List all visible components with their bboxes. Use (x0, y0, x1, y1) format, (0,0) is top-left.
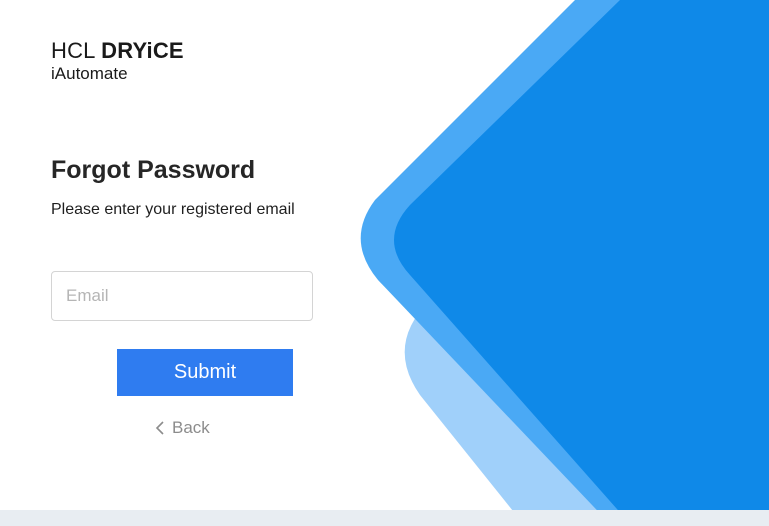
page-subtitle: Please enter your registered email (51, 201, 295, 218)
brand-company: HCL (51, 38, 95, 63)
brand-product: DRYiCE (101, 38, 184, 63)
page-title: Forgot Password (51, 156, 256, 184)
footer-bar (0, 510, 769, 526)
submit-button[interactable]: Submit (117, 349, 293, 396)
chevron-left-icon (155, 421, 164, 435)
dark-blue-diamond-shape (394, 0, 769, 526)
brand-logo: HCL DRYiCE iAutomate (51, 39, 184, 84)
forgot-password-page: HCL DRYiCE iAutomate Forgot Password Ple… (0, 0, 769, 526)
login-form-panel: HCL DRYiCE iAutomate Forgot Password Ple… (0, 0, 360, 510)
brand-wordmark: HCL DRYiCE (51, 39, 184, 63)
email-field[interactable] (51, 271, 313, 321)
back-label: Back (172, 418, 210, 437)
app-name: iAutomate (51, 64, 128, 83)
back-link[interactable]: Back (155, 418, 210, 438)
